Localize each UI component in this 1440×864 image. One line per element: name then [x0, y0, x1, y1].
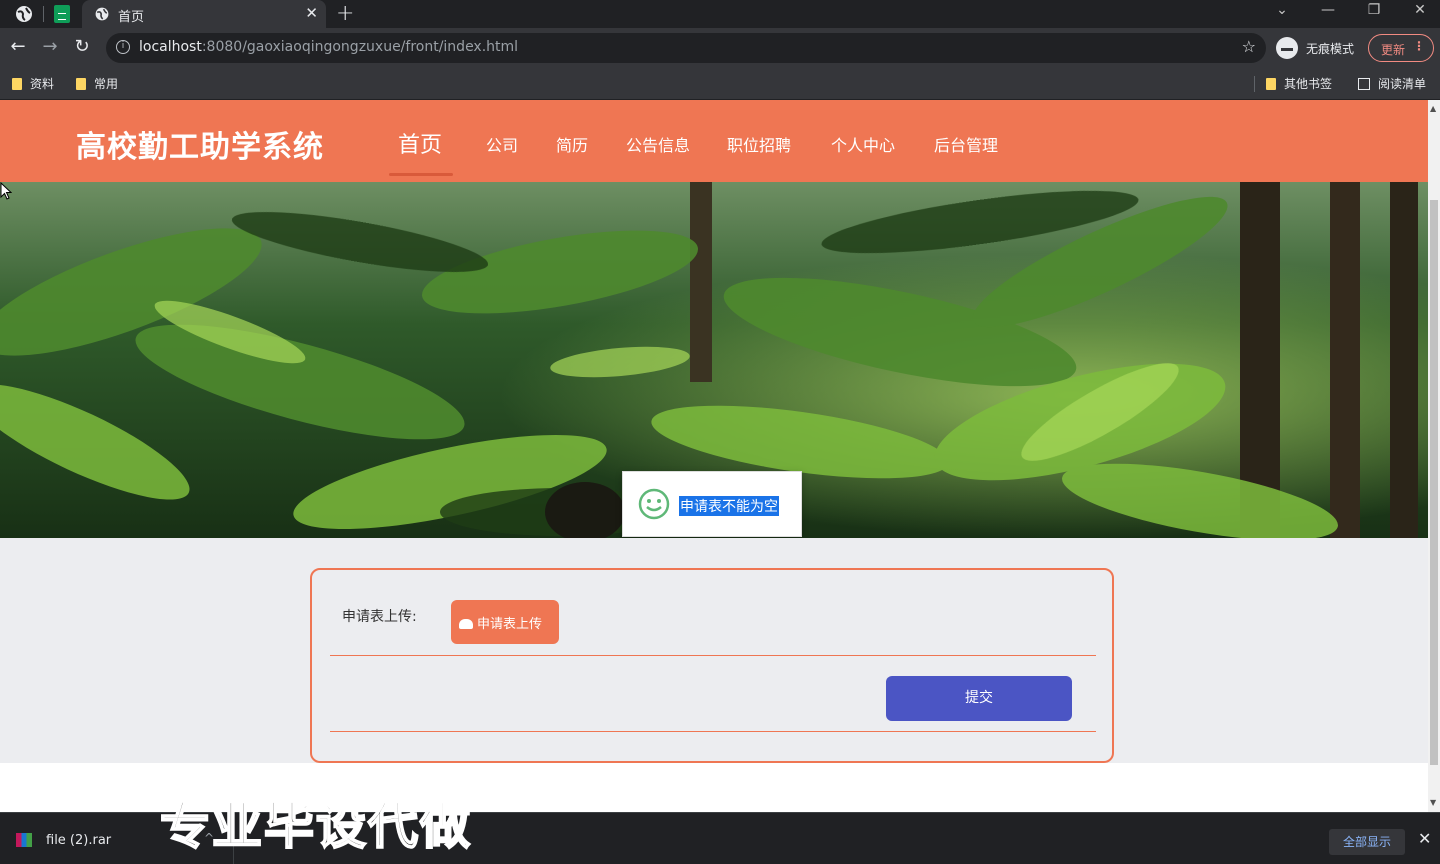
show-all-downloads-button[interactable]: 全部显示: [1329, 829, 1405, 855]
page-scrollbar[interactable]: ▲ ▼: [1428, 100, 1440, 812]
folder-icon: [76, 78, 86, 90]
scroll-up-icon[interactable]: ▲: [1430, 104, 1436, 113]
toast-text: 申请表不能为空: [679, 496, 779, 516]
smile-icon: [638, 488, 670, 520]
scroll-down-icon[interactable]: ▼: [1430, 798, 1436, 807]
browser-tab-bar: 首页 ✕ + ⌄ — ❐ ✕: [0, 0, 1440, 28]
submit-button[interactable]: 提交: [886, 676, 1072, 721]
globe-icon: [95, 7, 109, 21]
nav-admin[interactable]: 后台管理: [934, 132, 998, 156]
nav-resume[interactable]: 简历: [556, 132, 588, 156]
tab-title: 首页: [118, 10, 145, 25]
upload-button-label: 申请表上传: [477, 617, 543, 632]
window-close-icon[interactable]: ✕: [1410, 2, 1430, 18]
nav-announcements[interactable]: 公告信息: [626, 132, 690, 156]
sheets-tab-icon[interactable]: [54, 5, 70, 23]
nav-home[interactable]: 首页: [398, 127, 442, 159]
cloud-upload-icon: [459, 619, 473, 629]
forward-icon[interactable]: →: [39, 36, 61, 57]
rar-file-icon: [16, 833, 32, 847]
reading-list[interactable]: 阅读清单: [1358, 75, 1426, 92]
folder-icon: [12, 78, 22, 90]
form-divider: [330, 731, 1096, 732]
close-tab-icon[interactable]: ✕: [305, 4, 318, 22]
bookmark-star-icon[interactable]: ☆: [1242, 37, 1256, 56]
form-divider: [330, 655, 1096, 656]
nav-company[interactable]: 公司: [486, 132, 518, 156]
bookmark-separator: [1254, 76, 1255, 92]
nav-personal-center[interactable]: 个人中心: [831, 132, 895, 156]
application-form: 申请表上传: 申请表上传 提交: [310, 568, 1114, 763]
nav-jobs[interactable]: 职位招聘: [727, 132, 791, 156]
address-bar[interactable]: i localhost:8080/gaoxiaoqingongzuxue/fro…: [106, 33, 1266, 63]
menu-dots-icon[interactable]: ⋮: [1413, 39, 1425, 53]
update-label: 更新: [1381, 43, 1406, 57]
bookmark-folder-ziliao[interactable]: 资料: [12, 75, 54, 92]
upload-label: 申请表上传:: [342, 609, 417, 625]
reload-icon[interactable]: ↻: [71, 36, 93, 57]
minimize-icon[interactable]: —: [1318, 2, 1338, 18]
incognito-icon[interactable]: [1276, 37, 1298, 59]
close-downloads-icon[interactable]: ✕: [1418, 829, 1431, 848]
nav-active-indicator: [389, 173, 453, 176]
new-tab-button[interactable]: +: [336, 1, 354, 26]
page-viewport: 高校勤工助学系统 首页 公司 简历 公告信息 职位招聘 个人中心 后台管理 申请…: [0, 100, 1428, 812]
banner-carousel[interactable]: 申请表不能为空: [0, 182, 1428, 538]
site-title: 高校勤工助学系统: [76, 130, 324, 165]
tab-search-icon[interactable]: ⌄: [1272, 2, 1292, 18]
other-bookmarks[interactable]: 其他书签: [1266, 75, 1332, 92]
bookmarks-bar: 资料 常用 其他书签 阅读清单: [0, 68, 1440, 100]
bookmark-folder-changyong[interactable]: 常用: [76, 75, 118, 92]
mouse-cursor-icon: [0, 182, 12, 200]
update-button[interactable]: 更新 ⋮: [1368, 34, 1434, 62]
download-file-name: file (2).rar: [46, 833, 112, 848]
folder-icon: [1266, 78, 1276, 90]
toast-message: 申请表不能为空: [622, 471, 802, 537]
reading-list-icon: [1358, 78, 1370, 90]
tab-active[interactable]: 首页 ✕: [82, 0, 326, 28]
browser-toolbar: ← → ↻ i localhost:8080/gaoxiaoqingongzux…: [0, 28, 1440, 68]
incognito-label: 无痕模式: [1306, 42, 1355, 56]
watermark-text: 专业毕设代做: [159, 796, 472, 856]
url-text[interactable]: localhost:8080/gaoxiaoqingongzuxue/front…: [139, 39, 518, 55]
upload-button[interactable]: 申请表上传: [451, 600, 559, 644]
back-icon[interactable]: ←: [7, 36, 29, 57]
scrollbar-thumb[interactable]: [1430, 200, 1438, 765]
globe-icon[interactable]: [14, 4, 34, 24]
restore-icon[interactable]: ❐: [1364, 2, 1384, 18]
site-info-icon[interactable]: i: [116, 40, 130, 54]
site-header: 高校勤工助学系统 首页 公司 简历 公告信息 职位招聘 个人中心 后台管理: [0, 100, 1428, 182]
tab-divider: [43, 6, 44, 22]
